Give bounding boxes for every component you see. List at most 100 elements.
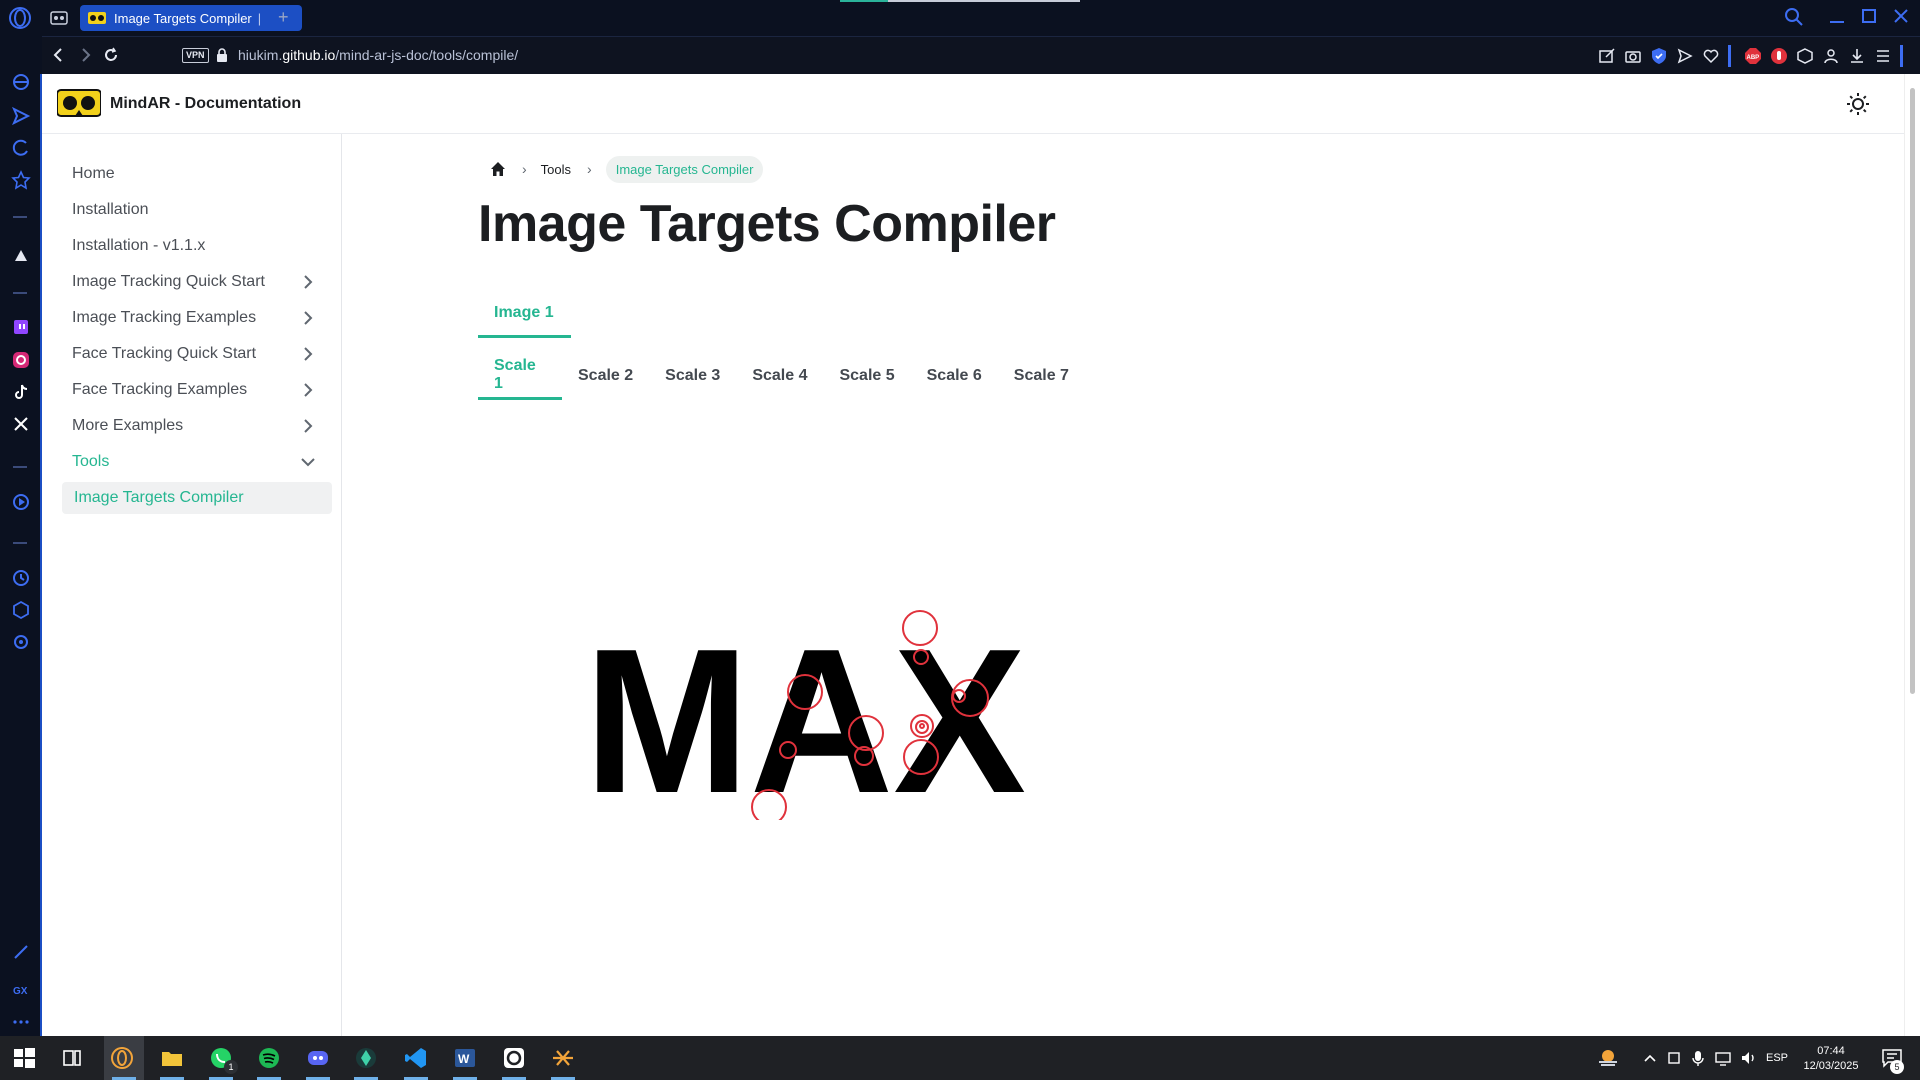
git-client-icon[interactable] bbox=[354, 1046, 378, 1070]
web-page: MindAR - Documentation Home Installation… bbox=[42, 74, 1904, 1036]
chevron-right-icon[interactable] bbox=[298, 308, 318, 328]
microphone-icon[interactable] bbox=[1690, 1046, 1706, 1070]
browser-tab-active[interactable]: Image Targets Compiler | bbox=[80, 5, 302, 31]
tab-image-1[interactable]: Image 1 bbox=[478, 290, 571, 338]
tab-scale-4[interactable]: Scale 4 bbox=[736, 352, 823, 400]
workspaces-icon[interactable] bbox=[50, 9, 68, 27]
camera-icon[interactable] bbox=[1624, 47, 1642, 65]
send-arrow-icon[interactable] bbox=[1676, 47, 1694, 65]
tab-scale-6[interactable]: Scale 6 bbox=[911, 352, 998, 400]
site-title[interactable]: MindAR - Documentation bbox=[110, 95, 301, 113]
lock-icon[interactable] bbox=[216, 48, 228, 62]
network-icon[interactable] bbox=[1714, 1046, 1732, 1070]
mindar-favicon-icon bbox=[88, 12, 106, 24]
task-view-icon[interactable] bbox=[60, 1046, 84, 1070]
adblock-plus-icon[interactable]: ABP bbox=[1744, 47, 1762, 65]
x-twitter-icon[interactable] bbox=[11, 414, 31, 434]
scale-tabs: Scale 1 Scale 2 Scale 3 Scale 4 Scale 5 … bbox=[478, 352, 1085, 400]
star-icon[interactable] bbox=[11, 170, 31, 190]
url-field[interactable]: hiukim.github.io/mind-ar-js-doc/tools/co… bbox=[238, 47, 518, 63]
spotify-icon[interactable] bbox=[257, 1046, 281, 1070]
twitch-icon[interactable] bbox=[11, 318, 31, 338]
close-icon[interactable] bbox=[1890, 6, 1912, 28]
tab-scale-1[interactable]: Scale 1 bbox=[478, 352, 562, 400]
chevron-right-icon[interactable] bbox=[298, 272, 318, 292]
chevron-right-icon[interactable] bbox=[298, 380, 318, 400]
sidebar-item-installation-v1[interactable]: Installation - v1.1.x bbox=[62, 230, 332, 262]
search-icon[interactable] bbox=[1783, 6, 1805, 28]
windows-start-icon[interactable] bbox=[12, 1046, 36, 1070]
word-icon[interactable]: W bbox=[453, 1046, 477, 1070]
weather-icon[interactable] bbox=[1596, 1046, 1620, 1070]
settings-icon[interactable] bbox=[11, 632, 31, 652]
shield-icon[interactable] bbox=[1650, 47, 1668, 65]
more-icon[interactable] bbox=[11, 1012, 31, 1032]
tab-scale-3[interactable]: Scale 3 bbox=[649, 352, 736, 400]
tiktok-icon[interactable] bbox=[11, 382, 31, 402]
vscode-icon[interactable] bbox=[404, 1046, 428, 1070]
sidebar-item-tools[interactable]: Tools bbox=[62, 446, 332, 478]
box-icon[interactable] bbox=[1796, 47, 1814, 65]
clock-time[interactable]: 07:44 bbox=[1796, 1044, 1866, 1058]
sidebar-item-image-targets-compiler[interactable]: Image Targets Compiler bbox=[62, 482, 332, 514]
obs-icon[interactable] bbox=[502, 1046, 526, 1070]
discord-icon[interactable] bbox=[306, 1046, 330, 1070]
sidebar-item-image-tracking-examples[interactable]: Image Tracking Examples bbox=[62, 302, 332, 334]
cube-icon[interactable] bbox=[11, 600, 31, 620]
opera-logo-icon[interactable] bbox=[8, 6, 32, 30]
new-tab-button[interactable]: + bbox=[278, 8, 289, 26]
file-explorer-icon[interactable] bbox=[160, 1046, 184, 1070]
tab-scale-2[interactable]: Scale 2 bbox=[562, 352, 649, 400]
sidebar-item-home[interactable]: Home bbox=[62, 158, 332, 190]
heart-icon[interactable] bbox=[1702, 47, 1720, 65]
clock-icon[interactable] bbox=[11, 568, 31, 588]
scrollbar-thumb[interactable] bbox=[1910, 88, 1915, 694]
maximize-icon[interactable] bbox=[1858, 6, 1880, 28]
breadcrumb: › Tools › Image Targets Compiler bbox=[490, 154, 764, 184]
clock-date[interactable]: 12/03/2025 bbox=[1796, 1059, 1866, 1073]
chevron-up-icon[interactable] bbox=[1642, 1046, 1658, 1070]
send-icon[interactable] bbox=[11, 106, 31, 126]
sidebar-item-face-tracking-quick-start[interactable]: Face Tracking Quick Start bbox=[62, 338, 332, 370]
back-icon[interactable] bbox=[50, 46, 68, 64]
page-scrollbar[interactable] bbox=[1904, 74, 1920, 1036]
gx-icon[interactable]: GX bbox=[11, 980, 31, 1000]
instagram-icon[interactable] bbox=[11, 350, 31, 370]
opera-gx-taskbar-icon[interactable] bbox=[110, 1046, 134, 1070]
breadcrumb-tools[interactable]: Tools bbox=[541, 162, 571, 177]
tab-separator: | bbox=[257, 10, 262, 26]
forward-icon[interactable] bbox=[76, 46, 94, 64]
device-icon[interactable] bbox=[1666, 1046, 1682, 1070]
breadcrumb-separator: › bbox=[522, 161, 527, 177]
menu-icon[interactable] bbox=[1874, 47, 1892, 65]
player-icon[interactable] bbox=[11, 492, 31, 512]
chevron-down-icon[interactable] bbox=[298, 452, 318, 472]
minimize-icon[interactable] bbox=[1826, 6, 1848, 28]
reload-icon[interactable] bbox=[102, 46, 120, 64]
sidebar-item-face-tracking-examples[interactable]: Face Tracking Examples bbox=[62, 374, 332, 406]
sidebar-item-image-tracking-quick-start[interactable]: Image Tracking Quick Start bbox=[62, 266, 332, 298]
home-icon[interactable] bbox=[490, 161, 506, 177]
snapshot-edit-icon[interactable] bbox=[1598, 47, 1616, 65]
chevron-right-icon[interactable] bbox=[298, 416, 318, 436]
app-sparkle-icon[interactable] bbox=[551, 1046, 575, 1070]
address-bar: VPN hiukim.github.io/mind-ar-js-doc/tool… bbox=[42, 36, 1920, 75]
tab-scale-5[interactable]: Scale 5 bbox=[823, 352, 910, 400]
volume-icon[interactable] bbox=[1740, 1046, 1758, 1070]
aria-icon[interactable] bbox=[11, 72, 31, 92]
chevron-right-icon[interactable] bbox=[298, 344, 318, 364]
stop-hand-icon[interactable] bbox=[1770, 47, 1788, 65]
extension-icon[interactable] bbox=[11, 246, 31, 266]
tab-scale-7[interactable]: Scale 7 bbox=[998, 352, 1085, 400]
theme-toggle-sun-icon[interactable] bbox=[1846, 92, 1870, 116]
vpn-badge[interactable]: VPN bbox=[182, 48, 209, 63]
svg-text:ABP: ABP bbox=[1747, 55, 1760, 61]
download-icon[interactable] bbox=[1848, 47, 1866, 65]
profile-icon[interactable] bbox=[1822, 47, 1840, 65]
sidebar-item-more-examples[interactable]: More Examples bbox=[62, 410, 332, 442]
mindar-logo-icon[interactable] bbox=[57, 88, 101, 120]
sidebar-item-installation[interactable]: Installation bbox=[62, 194, 332, 226]
pen-icon[interactable] bbox=[11, 942, 31, 962]
language-indicator[interactable]: ESP bbox=[1766, 1051, 1788, 1065]
history-icon[interactable] bbox=[11, 138, 31, 158]
